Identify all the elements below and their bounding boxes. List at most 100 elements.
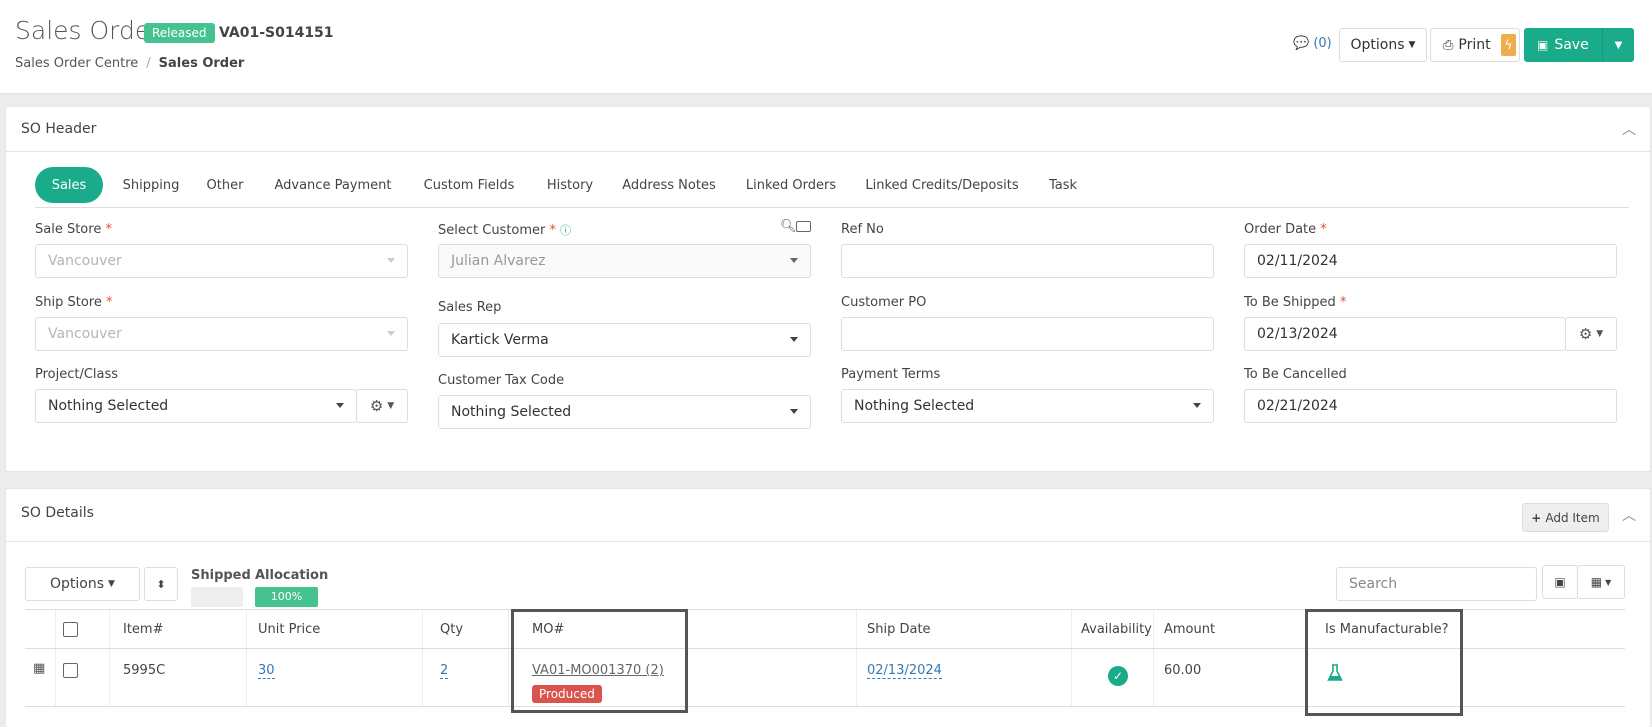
options-label: Options: [1350, 37, 1405, 53]
so-header-title: SO Header: [21, 121, 97, 137]
drag-handle-icon[interactable]: ▦: [33, 661, 45, 676]
options-button[interactable]: Options ▼: [1339, 28, 1427, 62]
so-header-panel-header[interactable]: SO Header ︿: [6, 107, 1650, 152]
sales-rep-label: Sales Rep: [438, 300, 502, 315]
plus-icon: +: [1531, 510, 1542, 525]
customer-po-input[interactable]: [841, 317, 1214, 351]
project-class-select[interactable]: Nothing Selected: [35, 389, 357, 423]
info-icon[interactable]: ⓘ: [560, 224, 571, 237]
save-dropdown-toggle[interactable]: ▼: [1602, 28, 1634, 62]
caret-down-icon: [387, 331, 395, 336]
tab-other[interactable]: Other: [199, 167, 251, 203]
ref-no-input[interactable]: [841, 244, 1214, 278]
comments-count: (0): [1313, 36, 1332, 51]
column-header-amount[interactable]: Amount: [1164, 622, 1215, 637]
row-checkbox[interactable]: [63, 663, 78, 678]
mo-column-highlight: [511, 609, 688, 713]
tab-shipping[interactable]: Shipping: [117, 167, 185, 203]
gear-icon: ⚙: [1578, 325, 1593, 343]
payment-terms-label: Payment Terms: [841, 367, 941, 382]
status-badge: Released: [144, 23, 215, 43]
so-details-panel-header[interactable]: SO Details + Add Item ︿: [6, 489, 1650, 542]
chevron-up-icon[interactable]: ︿: [1622, 505, 1636, 525]
select-all-checkbox[interactable]: [63, 622, 78, 637]
select-customer-select[interactable]: Julian Alvarez: [438, 244, 811, 278]
chevron-up-icon[interactable]: ︿: [1622, 119, 1636, 139]
caret-down-icon: ▼: [387, 401, 395, 411]
sort-icon: ⬍: [156, 577, 166, 591]
page-title: Sales Order: [15, 16, 161, 45]
column-header-availability[interactable]: Availability: [1081, 622, 1152, 637]
breadcrumb-parent[interactable]: Sales Order Centre: [15, 56, 138, 71]
sale-store-select[interactable]: Vancouver: [35, 244, 408, 278]
project-class-label: Project/Class: [35, 367, 119, 382]
tab-custom-fields[interactable]: Custom Fields: [413, 167, 525, 203]
caret-down-icon: ▼: [108, 579, 115, 589]
breadcrumb-current: Sales Order: [158, 56, 245, 71]
availability-check-icon: ✓: [1108, 666, 1128, 686]
ship-store-label: Ship Store *: [35, 295, 113, 310]
breadcrumb: Sales Order Centre / Sales Order: [15, 56, 244, 71]
tab-advance-payment[interactable]: Advance Payment: [267, 167, 399, 203]
order-date-input[interactable]: 02/11/2024: [1244, 244, 1617, 278]
comment-icon: 💬: [1293, 36, 1310, 51]
allocation-bar: 100%: [255, 587, 318, 607]
print-label: Print: [1458, 37, 1491, 53]
sales-rep-select[interactable]: Kartick Verma: [438, 323, 811, 357]
floppy-disk-icon: ▣: [1537, 38, 1549, 52]
comments-button[interactable]: 💬 (0): [1293, 36, 1332, 51]
so-header-panel: SO Header ︿ Sales Shipping Other Advance…: [5, 106, 1651, 472]
caret-down-icon: ▼: [1408, 40, 1416, 50]
tab-address-notes[interactable]: Address Notes: [615, 167, 723, 203]
sort-button[interactable]: ⬍: [144, 567, 178, 601]
customer-tax-code-label: Customer Tax Code: [438, 373, 565, 388]
customer-tax-code-select[interactable]: Nothing Selected: [438, 395, 811, 429]
to-be-shipped-label: To Be Shipped *: [1244, 295, 1347, 310]
shipped-label: Shipped: [191, 568, 251, 583]
tab-history[interactable]: History: [539, 167, 601, 203]
save-view-button[interactable]: ▣: [1542, 565, 1578, 599]
to-be-cancelled-input[interactable]: 02/21/2024: [1244, 389, 1617, 423]
grid-icon: ▦: [1590, 575, 1603, 589]
details-options-button[interactable]: Options ▼: [25, 567, 140, 601]
floppy-disk-icon: ▣: [1554, 575, 1566, 589]
customer-po-label: Customer PO: [841, 295, 927, 310]
add-item-button[interactable]: + Add Item: [1522, 503, 1609, 532]
save-label: Save: [1554, 37, 1589, 53]
payment-terms-select[interactable]: Nothing Selected: [841, 389, 1214, 423]
cell-ship-date[interactable]: 02/13/2024: [867, 663, 942, 679]
ref-no-label: Ref No: [841, 222, 884, 237]
cell-qty[interactable]: 2: [440, 663, 449, 679]
search-input[interactable]: Search: [1336, 567, 1537, 601]
column-header-unit-price[interactable]: Unit Price: [258, 622, 320, 637]
cell-unit-price[interactable]: 30: [258, 663, 275, 679]
printer-icon: ⎙: [1443, 37, 1454, 53]
so-details-title: SO Details: [21, 505, 94, 521]
project-class-settings-button[interactable]: ⚙ ▼: [356, 389, 408, 423]
sale-store-label: Sale Store *: [35, 222, 112, 237]
credit-card-icon[interactable]: [796, 221, 811, 232]
breadcrumb-separator: /: [146, 56, 151, 71]
ship-store-select[interactable]: Vancouver: [35, 317, 408, 351]
so-header-tabs: Sales Shipping Other Advance Payment Cus…: [35, 167, 1629, 208]
caret-down-icon: [790, 258, 798, 263]
to-be-shipped-input[interactable]: 02/13/2024: [1244, 317, 1566, 351]
caret-down-icon: [790, 337, 798, 342]
column-header-ship-date[interactable]: Ship Date: [867, 622, 931, 637]
column-header-qty[interactable]: Qty: [440, 622, 463, 637]
cell-item: 5995C: [123, 663, 166, 678]
is-manufacturable-highlight: [1305, 609, 1463, 716]
lightning-icon[interactable]: ϟ: [1501, 34, 1516, 56]
tab-linked-orders[interactable]: Linked Orders: [739, 167, 843, 203]
caret-down-icon: [1193, 403, 1201, 408]
to-be-shipped-settings-button[interactable]: ⚙ ▼: [1565, 317, 1617, 351]
column-header-item[interactable]: Item#: [123, 622, 164, 637]
tab-task[interactable]: Task: [1041, 167, 1085, 203]
tab-linked-credits-deposits[interactable]: Linked Credits/Deposits: [859, 167, 1025, 203]
tab-sales[interactable]: Sales: [35, 167, 103, 203]
customer-search-icon[interactable]: 🔍︎: [780, 219, 797, 234]
caret-down-icon: [336, 403, 344, 408]
allocation-label: Allocation: [255, 568, 329, 583]
column-chooser-button[interactable]: ▦ ▼: [1577, 565, 1625, 599]
caret-down-icon: ▼: [1605, 577, 1612, 587]
